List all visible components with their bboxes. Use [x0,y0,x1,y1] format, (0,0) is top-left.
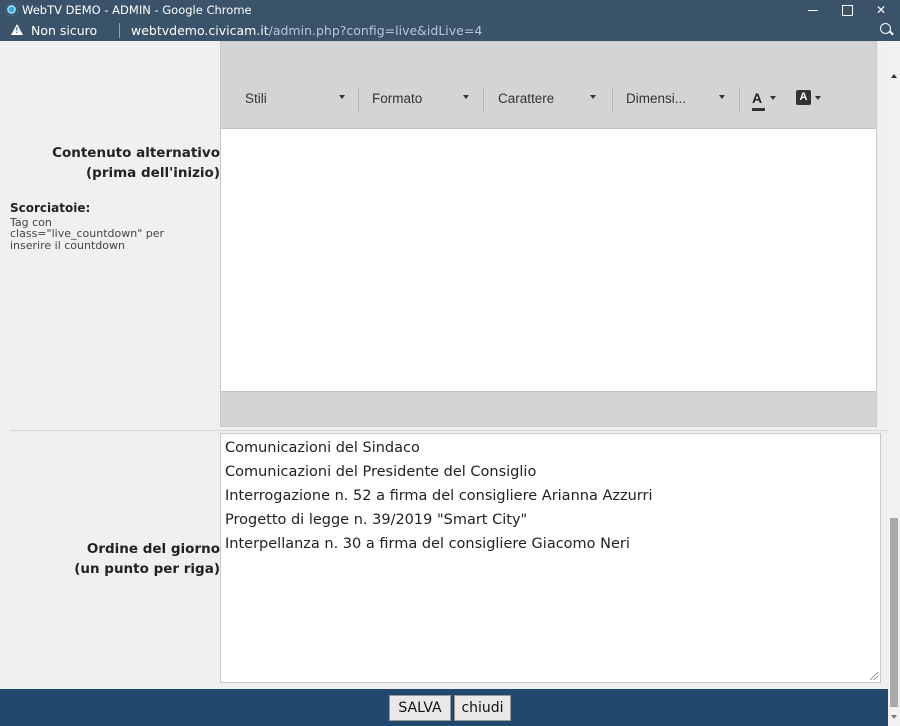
agenda-line: Progetto di legge n. 39/2019 "Smart City… [225,512,528,528]
toolbar-separator [483,88,484,112]
window-titlebar: WebTV DEMO - ADMIN - Google Chrome ✕ [0,0,900,20]
minimize-button[interactable] [796,0,830,20]
editor-content-area[interactable] [221,129,876,390]
agenda-label: Ordine del giorno (un punto per riga) [10,539,220,579]
styles-dropdown-label: Stili [245,91,267,106]
chevron-down-icon [719,95,725,99]
alt-content-row: Contenuto alternativo (prima dell'inizio… [10,41,888,431]
editor-toolbar: Stili Formato Carattere Dimensi... A A [221,42,876,129]
agenda-line: Interpellanza n. 30 a firma del consigli… [225,536,630,552]
chevron-down-icon[interactable] [815,96,821,100]
format-dropdown[interactable]: Formato [372,88,482,110]
size-dropdown[interactable]: Dimensi... [626,88,741,110]
editor-status-bar [221,391,876,426]
zoom-icon[interactable] [880,23,891,34]
minimize-icon [808,10,818,12]
shortcuts-line2: class="live_countdown" per [10,227,165,240]
chevron-down-icon [339,95,345,99]
styles-dropdown[interactable]: Stili [245,88,355,110]
toolbar-separator [358,88,359,112]
alt-content-label-line1: Contenuto alternativo [52,145,220,161]
agenda-textarea[interactable]: Comunicazioni del Sindaco Comunicazioni … [220,433,881,683]
textarea-resize-handle[interactable] [870,672,878,680]
scrollbar-thumb[interactable] [890,518,898,707]
chevron-down-icon [463,95,469,99]
window-title: WebTV DEMO - ADMIN - Google Chrome [22,3,252,17]
shortcuts-hint: Scorciatoie: Tag con class="live_countdo… [10,201,210,252]
agenda-line: Interrogazione n. 52 a firma del consigl… [225,488,653,504]
size-dropdown-label: Dimensi... [626,91,687,106]
maximize-icon [841,5,853,17]
page-scrollbar[interactable] [888,41,900,726]
close-button[interactable]: chiudi [454,695,511,721]
agenda-line: Comunicazioni del Sindaco [225,440,420,456]
save-button[interactable]: SALVA [389,695,451,721]
agenda-label-line2: (un punto per riga) [74,561,220,577]
address-separator [119,23,120,38]
chevron-down-icon [590,95,596,99]
shortcuts-line3: inserire il countdown [10,238,125,252]
close-window-button[interactable]: ✕ [864,0,898,20]
warning-icon[interactable] [11,24,23,35]
toolbar-separator [739,88,740,112]
alt-content-label: Contenuto alternativo (prima dell'inizio… [10,143,220,183]
url-path: /admin.php?config=live&idLive=4 [268,23,483,38]
security-indicator[interactable]: Non sicuro [31,23,97,38]
alt-content-label-line2: (prima dell'inizio) [86,165,220,181]
url-text[interactable]: webtvdemo.civicam.it/admin.php?config=li… [131,23,482,38]
format-dropdown-label: Formato [372,91,423,106]
maximize-button[interactable] [830,0,864,20]
agenda-label-line1: Ordine del giorno [86,541,220,557]
toolbar-separator [612,88,613,112]
url-host: webtvdemo.civicam.it [131,23,269,38]
font-dropdown[interactable]: Carattere [498,88,608,110]
page-content: Contenuto alternativo (prima dell'inizio… [0,41,888,689]
address-bar[interactable]: Non sicuro webtvdemo.civicam.it/admin.ph… [0,20,900,41]
scroll-down-arrow-icon[interactable] [891,715,897,719]
agenda-line: Comunicazioni del Presidente del Consigl… [225,464,537,480]
text-color-icon[interactable]: A [752,90,766,111]
agenda-row: Ordine del giorno (un punto per riga) Co… [10,431,888,689]
background-color-icon[interactable]: A [796,90,811,105]
scroll-up-arrow-icon[interactable] [891,74,897,78]
chevron-down-icon[interactable] [770,96,776,100]
shortcuts-title: Scorciatoie: [10,201,91,215]
font-dropdown-label: Carattere [498,91,555,106]
chrome-app-icon [5,3,18,16]
form-footer: SALVA chiudi [0,689,888,726]
close-icon: ✕ [875,3,887,17]
rich-text-editor[interactable]: Stili Formato Carattere Dimensi... A A [220,41,877,427]
